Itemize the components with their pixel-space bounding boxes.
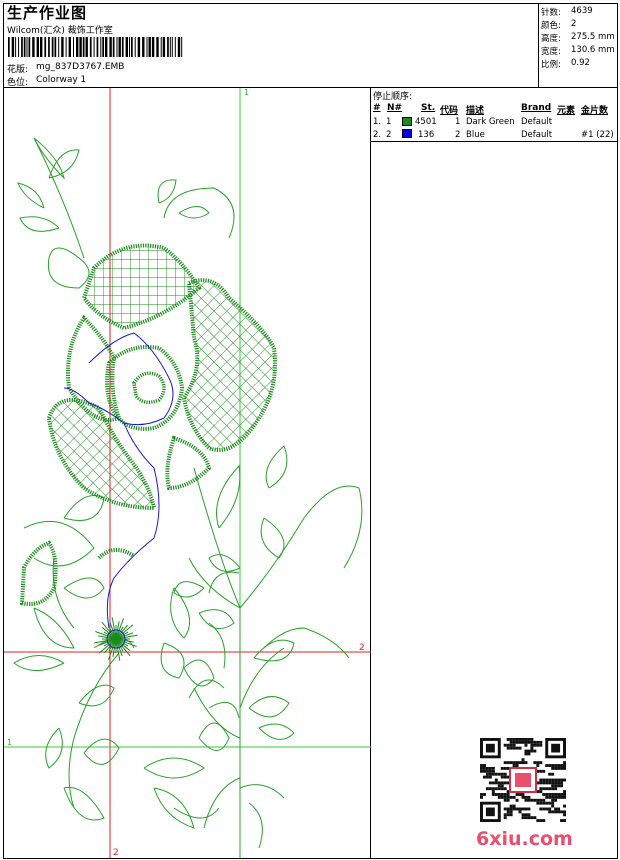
flower-satin-petals	[19, 243, 277, 606]
row1-brand: Default	[521, 117, 553, 127]
row2-stitches: 136	[418, 130, 435, 140]
row2-color-swatch	[402, 129, 412, 138]
col-num: #	[373, 103, 381, 113]
stat-stitches-value: 4639	[571, 6, 593, 16]
col-brand: Brand	[521, 103, 552, 113]
row2-sequins: #1 (22)	[581, 130, 614, 140]
page-title: 生产作业图	[7, 4, 88, 22]
qr-code	[480, 738, 566, 822]
company-name: Wilcom(汇众) 裁饰工作室	[7, 26, 113, 36]
watermark-text: 6xiu.com	[476, 828, 573, 850]
row2-code: 2	[455, 130, 461, 140]
stat-scale-label: 比例:	[541, 60, 561, 70]
outline-leaves	[13, 137, 363, 858]
col-needle: N#	[387, 103, 403, 113]
stat-stitches-label: 针数:	[541, 8, 561, 18]
stat-height-label: 高度:	[541, 34, 561, 44]
col-sequins: 金片数	[581, 106, 609, 116]
guide-label-h1: 1	[7, 738, 12, 747]
stat-width-value: 130.6 mm	[571, 45, 615, 55]
design-filename: mg_837D3767.EMB	[36, 62, 125, 72]
row1-color-swatch	[402, 117, 412, 126]
stat-colors-label: 颜色:	[541, 21, 561, 31]
col-description: 描述	[466, 106, 485, 116]
row1-num: 1.	[373, 117, 382, 127]
stat-height-value: 275.5 mm	[571, 32, 615, 42]
embroidery-design-canvas: 1 2 1 2	[4, 88, 371, 858]
row2-needle: 2	[386, 130, 392, 140]
guide-label-v2: 2	[113, 848, 119, 858]
stat-colors-value: 2	[571, 19, 577, 29]
stop-sequence-title: 停止顺序:	[373, 92, 413, 102]
colorway-value: Colorway 1	[36, 75, 87, 85]
row2-brand: Default	[521, 130, 553, 140]
stat-width-label: 宽度:	[541, 47, 561, 57]
guide-label-h2: 2	[359, 643, 365, 653]
row1-code: 1	[455, 117, 461, 127]
col-code: 代码	[440, 106, 459, 116]
guide-label-v1: 1	[244, 88, 249, 97]
col-element: 元素	[557, 106, 576, 116]
row1-needle: 1	[386, 117, 392, 127]
design-label: 花版:	[7, 65, 29, 75]
row1-description: Dark Green	[466, 117, 515, 127]
row1-stitches: 4501	[415, 117, 437, 127]
col-stitches: St.	[421, 103, 436, 113]
colorway-label: 色位:	[7, 78, 29, 88]
row2-num: 2.	[373, 130, 382, 140]
stat-scale-value: 0.92	[571, 58, 590, 68]
starburst-motif	[94, 617, 138, 661]
row2-description: Blue	[466, 130, 485, 140]
barcode	[8, 37, 183, 57]
